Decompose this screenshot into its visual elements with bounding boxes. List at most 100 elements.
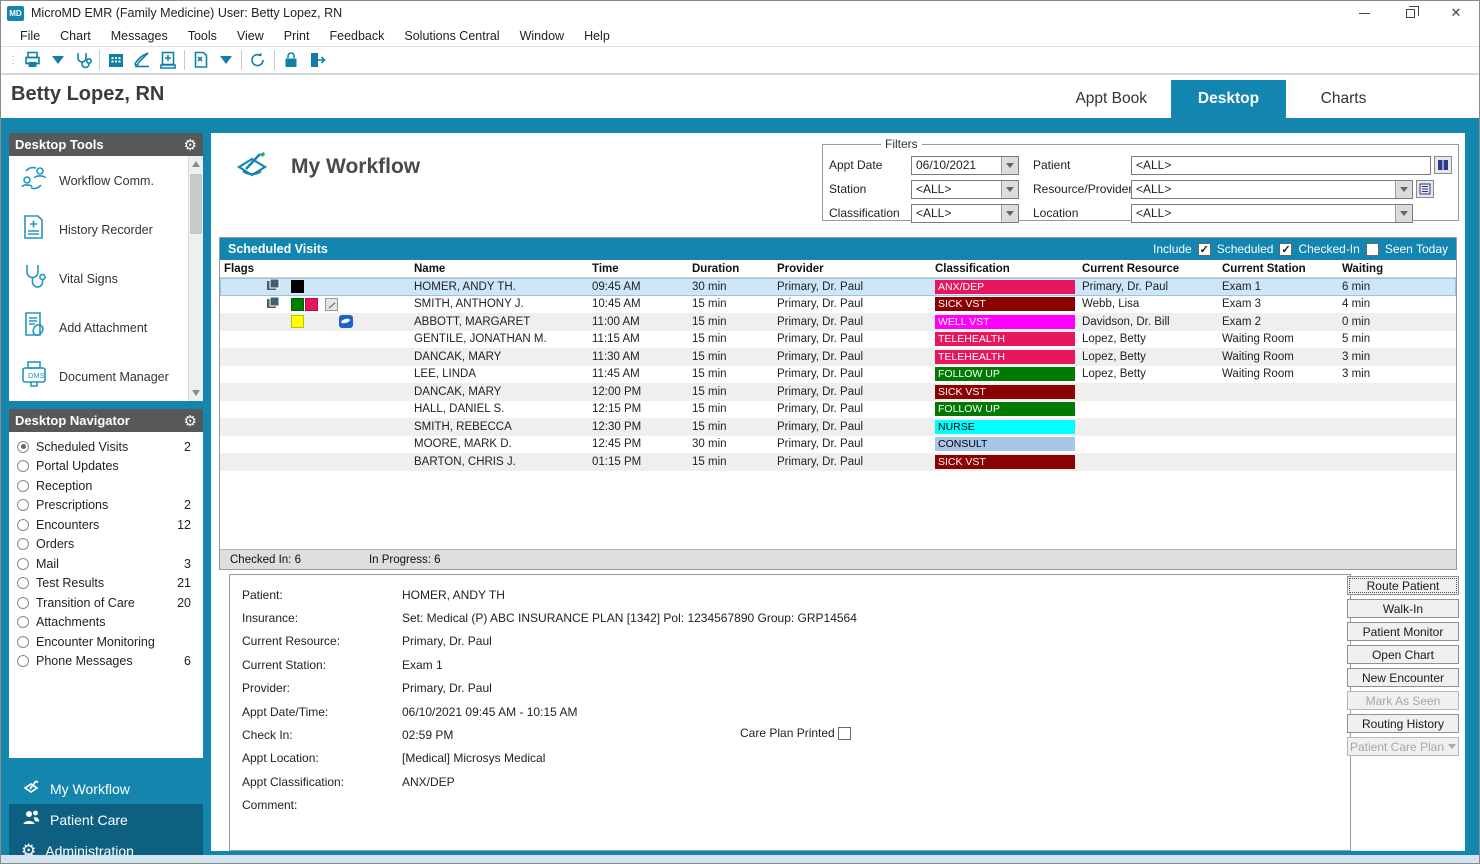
desktop-tools-gear-icon[interactable]: ⚙ <box>184 136 197 154</box>
location-select[interactable]: <ALL> <box>1131 204 1413 223</box>
col-classification[interactable]: Classification <box>931 263 1078 275</box>
menu-chart[interactable]: Chart <box>51 27 100 45</box>
menu-messages[interactable]: Messages <box>102 27 177 45</box>
menu-print[interactable]: Print <box>275 27 319 45</box>
station-select[interactable]: <ALL> <box>911 180 1019 199</box>
routing-history-button[interactable]: Routing History <box>1347 714 1459 733</box>
print-icon[interactable] <box>20 48 46 72</box>
navigator-item-prescriptions[interactable]: Prescriptions 2 <box>9 496 203 516</box>
patient-lookup-button[interactable] <box>1434 156 1452 174</box>
table-row[interactable]: SMITH, ANTHONY J. 10:45 AM 15 min Primar… <box>220 296 1456 314</box>
radio-button[interactable] <box>17 597 29 609</box>
col-time[interactable]: Time <box>588 263 688 275</box>
import-document-icon[interactable] <box>155 48 181 72</box>
care-plan-printed-checkbox[interactable] <box>838 727 851 740</box>
classification-select[interactable]: <ALL> <box>911 204 1019 223</box>
alert-badge-icon[interactable] <box>339 315 353 328</box>
col-name[interactable]: Name <box>410 263 588 275</box>
table-row[interactable]: BARTON, CHRIS J. 01:15 PM 15 min Primary… <box>220 453 1456 471</box>
resource-list-button[interactable] <box>1416 180 1434 198</box>
exit-icon[interactable] <box>304 48 330 72</box>
table-row[interactable]: MOORE, MARK D. 12:45 PM 30 min Primary, … <box>220 436 1456 454</box>
scrollbar-thumb[interactable] <box>190 174 202 234</box>
tool-history-recorder[interactable]: History Recorder <box>9 205 203 254</box>
navigator-item-encounters[interactable]: Encounters 12 <box>9 515 203 535</box>
lock-icon[interactable] <box>278 48 304 72</box>
chevron-down-icon[interactable] <box>1001 205 1018 222</box>
menu-solutions-central[interactable]: Solutions Central <box>395 27 508 45</box>
chevron-down-icon[interactable] <box>1001 181 1018 198</box>
close-button[interactable]: ✕ <box>1433 1 1479 25</box>
patient-input[interactable]: <ALL> <box>1131 156 1431 175</box>
navigator-item-scheduled-visits[interactable]: Scheduled Visits 2 <box>9 437 203 457</box>
navigator-item-portal-updates[interactable]: Portal Updates <box>9 457 203 477</box>
navigator-item-test-results[interactable]: Test Results 21 <box>9 574 203 594</box>
menu-view[interactable]: View <box>228 27 273 45</box>
refresh-icon[interactable] <box>245 48 271 72</box>
radio-button[interactable] <box>17 499 29 511</box>
resource-provider-select[interactable]: <ALL> <box>1131 180 1413 199</box>
desktop-tools-scrollbar[interactable] <box>188 156 203 401</box>
navigator-item-encounter-monitoring[interactable]: Encounter Monitoring <box>9 632 203 652</box>
restore-button[interactable] <box>1387 1 1433 25</box>
navigator-item-phone-messages[interactable]: Phone Messages 6 <box>9 652 203 672</box>
radio-button[interactable] <box>17 538 29 550</box>
open-chart-button[interactable]: Open Chart <box>1347 645 1459 664</box>
chevron-down-icon[interactable] <box>1001 157 1018 174</box>
table-row[interactable]: ABBOTT, MARGARET 11:00 AM 15 min Primary… <box>220 313 1456 331</box>
new-encounter-button[interactable]: New Encounter <box>1347 668 1459 687</box>
patient-lookup-icon[interactable] <box>70 48 96 72</box>
new-document-icon[interactable] <box>188 48 214 72</box>
patient-monitor-button[interactable]: Patient Monitor <box>1347 622 1459 641</box>
tool-add-attachment[interactable]: Add Attachment <box>9 303 203 352</box>
radio-button[interactable] <box>17 460 29 472</box>
menu-feedback[interactable]: Feedback <box>320 27 393 45</box>
menu-window[interactable]: Window <box>511 27 573 45</box>
col-provider[interactable]: Provider <box>773 263 931 275</box>
menu-file[interactable]: File <box>11 27 49 45</box>
table-row[interactable]: GENTILE, JONATHAN M. 11:15 AM 15 min Pri… <box>220 331 1456 349</box>
radio-button[interactable] <box>17 616 29 628</box>
walk-in-button[interactable]: Walk-In <box>1347 599 1459 618</box>
scroll-down-icon[interactable] <box>192 390 200 396</box>
tool-vital-signs[interactable]: Vital Signs <box>9 254 203 303</box>
scroll-up-icon[interactable] <box>192 161 200 167</box>
table-row[interactable]: HALL, DANIEL S. 12:15 PM 15 min Primary,… <box>220 401 1456 419</box>
table-row[interactable]: SMITH, REBECCA 12:30 PM 15 min Primary, … <box>220 418 1456 436</box>
radio-button[interactable] <box>17 441 29 453</box>
nav-my-workflow[interactable]: My Workflow <box>9 773 203 804</box>
document-options-dropdown-icon[interactable] <box>220 56 232 64</box>
navigator-item-attachments[interactable]: Attachments <box>9 613 203 633</box>
col-duration[interactable]: Duration <box>688 263 773 275</box>
tool-document-manager[interactable]: DMS Document Manager <box>9 352 203 401</box>
print-options-dropdown-icon[interactable] <box>52 56 64 64</box>
appt-date-select[interactable]: 06/10/2021 <box>911 156 1019 175</box>
navigator-item-transition-of-care[interactable]: Transition of Care 20 <box>9 593 203 613</box>
table-row[interactable]: DANCAK, MARY 11:30 AM 15 min Primary, Dr… <box>220 348 1456 366</box>
table-row[interactable]: HOMER, ANDY TH. 09:45 AM 30 min Primary,… <box>220 278 1456 296</box>
chevron-down-icon[interactable] <box>1395 205 1412 222</box>
radio-button[interactable] <box>17 480 29 492</box>
radio-button[interactable] <box>17 655 29 667</box>
tool-workflow-comm[interactable]: Workflow Comm. <box>9 156 203 205</box>
note-icon[interactable] <box>325 298 338 311</box>
menu-tools[interactable]: Tools <box>179 27 226 45</box>
radio-button[interactable] <box>17 577 29 589</box>
tab-desktop[interactable]: Desktop <box>1171 80 1286 118</box>
route-patient-button[interactable]: Route Patient <box>1347 576 1459 595</box>
navigator-item-orders[interactable]: Orders <box>9 535 203 555</box>
checkbox-scheduled[interactable]: ✓ <box>1198 243 1211 256</box>
radio-button[interactable] <box>17 636 29 648</box>
chevron-down-icon[interactable] <box>1395 181 1412 198</box>
col-current-station[interactable]: Current Station <box>1218 263 1338 275</box>
navigator-item-mail[interactable]: Mail 3 <box>9 554 203 574</box>
minimize-button[interactable] <box>1341 1 1387 25</box>
documents-icon[interactable] <box>266 296 281 313</box>
col-current-resource[interactable]: Current Resource <box>1078 263 1218 275</box>
appointment-book-icon[interactable] <box>103 48 129 72</box>
nav-patient-care[interactable]: Patient Care <box>9 804 203 835</box>
table-row[interactable]: LEE, LINDA 11:45 AM 15 min Primary, Dr. … <box>220 366 1456 384</box>
desktop-navigator-gear-icon[interactable]: ⚙ <box>184 412 197 430</box>
col-flags[interactable]: Flags <box>220 263 410 275</box>
checkbox-seen-today[interactable] <box>1366 243 1379 256</box>
